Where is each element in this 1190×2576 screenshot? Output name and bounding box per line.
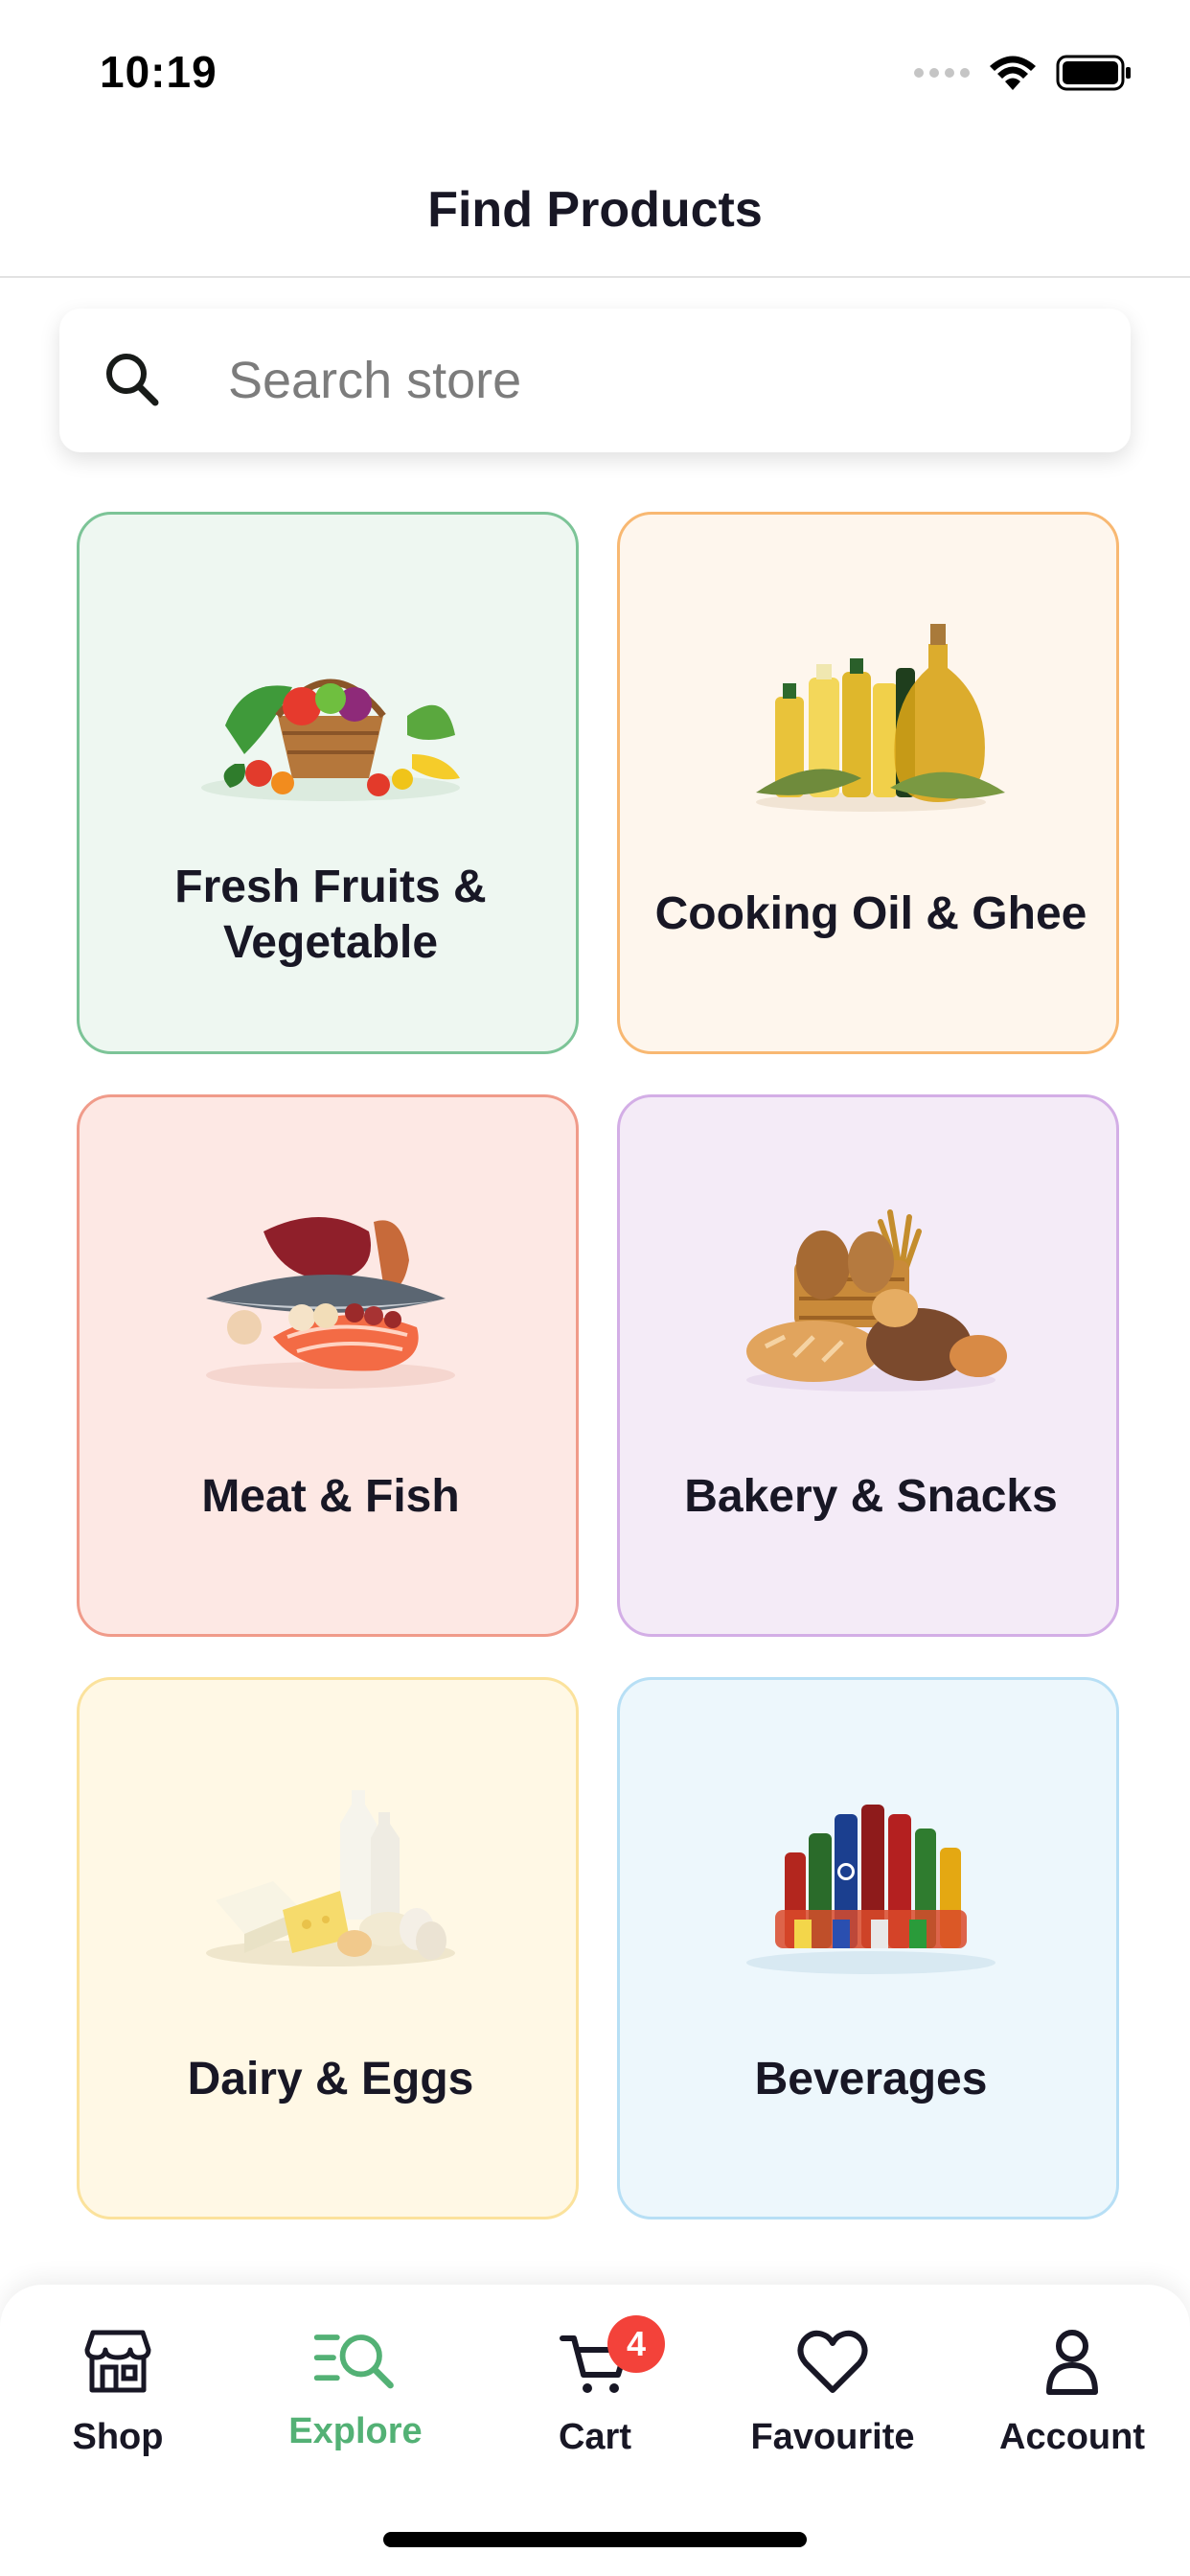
bottom-tab-bar: Shop Explore 4 Cart Favourite Account [0, 2285, 1190, 2576]
status-indicators [914, 54, 1133, 92]
category-label: Bakery & Snacks [684, 1471, 1058, 1522]
heart-icon [797, 2330, 868, 2393]
bread-icon [746, 1209, 1007, 1392]
wifi-icon [990, 56, 1036, 90]
category-label: Fresh Fruits & Vegetable [174, 862, 487, 968]
category-card-fresh-fruits-vegetable[interactable]: Fresh Fruits & Vegetable [77, 512, 579, 1054]
user-icon [1046, 2330, 1098, 2395]
tab-label: Explore [288, 2411, 423, 2451]
fruit-basket-icon [201, 678, 460, 801]
category-label: Dairy & Eggs [187, 2054, 474, 2104]
battery-icon [1056, 55, 1131, 91]
tab-label: Account [999, 2417, 1145, 2457]
explore-search-icon [313, 2334, 394, 2389]
tab-explore[interactable]: Explore [255, 2323, 456, 2467]
page-title: Find Products [427, 182, 763, 238]
category-card-beverages[interactable]: Beverages [617, 1677, 1119, 2220]
dairy-icon [206, 1790, 455, 1966]
status-time: 10:19 [100, 47, 217, 97]
tab-cart[interactable]: 4 Cart [494, 2315, 696, 2467]
meat-fish-icon [206, 1217, 455, 1389]
category-card-cooking-oil-ghee[interactable]: Cooking Oil & Ghee [617, 512, 1119, 1054]
tab-favourite[interactable]: Favourite [732, 2323, 933, 2467]
search-input[interactable] [228, 337, 1071, 424]
cellular-signal-icon [914, 68, 970, 78]
cart-badge: 4 [607, 2315, 665, 2373]
home-indicator [383, 2532, 807, 2547]
header: Find Products [0, 144, 1190, 278]
tab-label: Cart [558, 2417, 632, 2457]
category-grid: Fresh Fruits & Vegetable Cooking Oil & G… [77, 512, 1119, 2220]
category-card-meat-fish[interactable]: Meat & Fish [77, 1094, 579, 1637]
status-bar: 10:19 [0, 0, 1190, 144]
search-icon [106, 354, 159, 406]
tab-label: Favourite [750, 2417, 915, 2457]
tab-shop[interactable]: Shop [17, 2323, 218, 2467]
oil-bottles-icon [756, 624, 1005, 812]
category-label: Meat & Fish [201, 1471, 460, 1522]
store-icon [84, 2330, 151, 2393]
category-card-bakery-snacks[interactable]: Bakery & Snacks [617, 1094, 1119, 1637]
category-label: Cooking Oil & Ghee [654, 888, 1087, 939]
tab-label: Shop [72, 2417, 164, 2457]
category-card-dairy-eggs[interactable]: Dairy & Eggs [77, 1677, 579, 2220]
tab-account[interactable]: Account [972, 2323, 1173, 2467]
search-bar[interactable] [59, 309, 1131, 452]
beverage-bottles-icon [746, 1805, 995, 1974]
category-label: Beverages [754, 2054, 988, 2104]
